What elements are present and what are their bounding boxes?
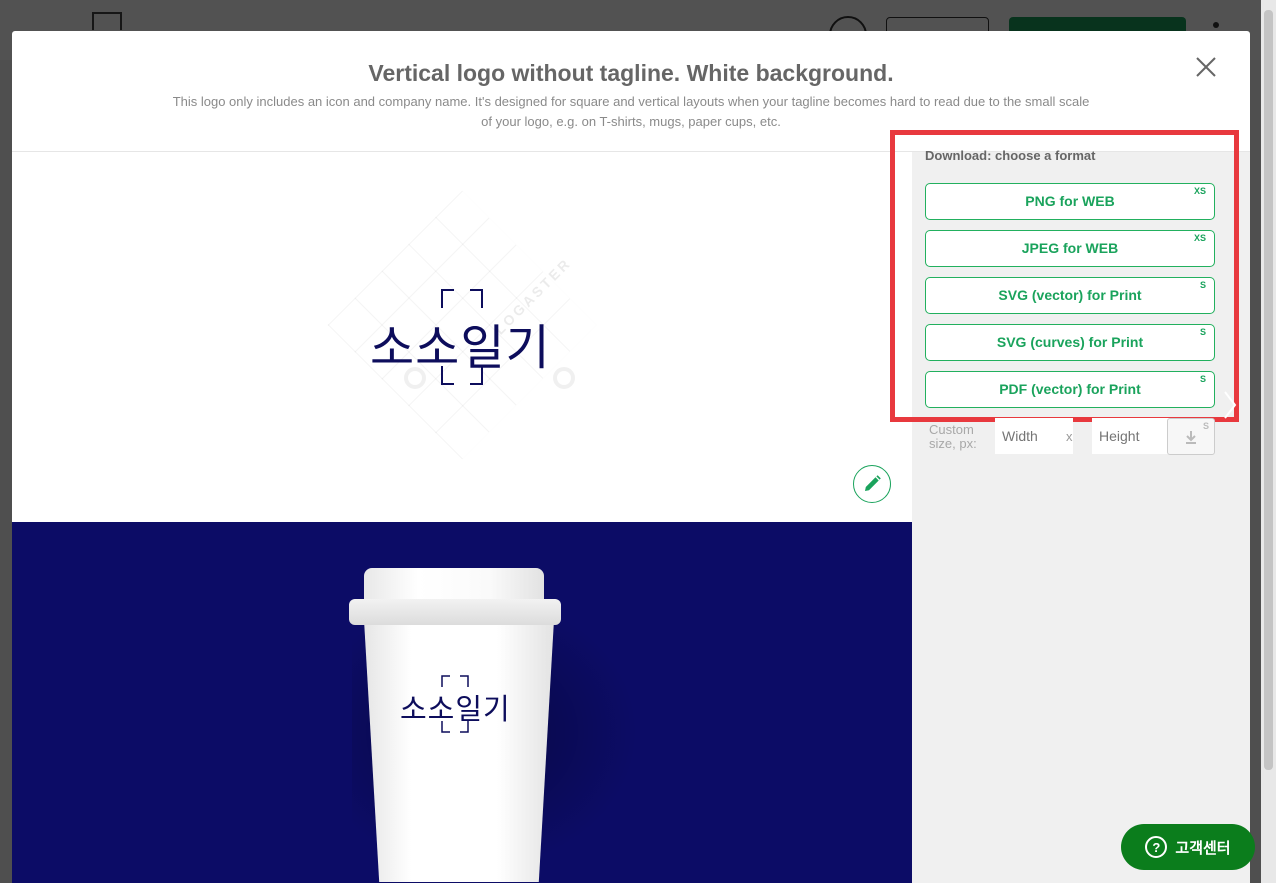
logo-preview-cup-mockup: 소소일기 <box>12 522 912 883</box>
scrollbar-thumb[interactable] <box>1264 10 1273 770</box>
jpeg-web-button[interactable]: JPEG for WEB XS <box>925 230 1215 267</box>
size-badge: S <box>1199 280 1206 290</box>
modal-title: Vertical logo without tagline. White bac… <box>368 60 894 86</box>
customer-center-label: 고객센터 <box>1175 838 1231 857</box>
cup-rim <box>349 599 561 625</box>
custom-size-label: Custom size, px: <box>929 422 977 451</box>
format-label: SVG (vector) for Print <box>998 287 1142 303</box>
pdf-vector-print-button[interactable]: PDF (vector) for Print S <box>925 371 1215 408</box>
pencil-icon <box>865 475 881 491</box>
custom-download-button[interactable]: S <box>1167 418 1215 455</box>
svg-vector-print-button[interactable]: SVG (vector) for Print S <box>925 277 1215 314</box>
format-label: SVG (curves) for Print <box>996 334 1144 350</box>
close-button[interactable] <box>1192 53 1220 81</box>
customer-center-button[interactable]: ? 고객센터 <box>1121 824 1255 870</box>
edit-logo-button[interactable] <box>853 465 891 503</box>
cup-logo-name: 소소일기 <box>400 692 511 726</box>
chevron-right-icon[interactable] <box>1222 390 1238 420</box>
download-panel-title: Download: choose a format <box>925 148 1096 163</box>
svg-curves-print-button[interactable]: SVG (curves) for Print S <box>925 324 1215 361</box>
modal-description: This logo only includes an icon and comp… <box>172 94 1090 129</box>
logo-name: 소소일기 <box>370 320 551 376</box>
format-label: PNG for WEB <box>1025 193 1115 209</box>
size-badge: S <box>1199 327 1206 337</box>
close-icon <box>1196 57 1216 77</box>
logo-preview-white: LOGASTER 소소일기 <box>12 152 912 522</box>
format-label: PDF (vector) for Print <box>999 381 1141 397</box>
size-badge: XS <box>1193 233 1206 243</box>
size-badge: XS <box>1193 186 1206 196</box>
format-label: JPEG for WEB <box>1021 240 1119 256</box>
png-web-button[interactable]: PNG for WEB XS <box>925 183 1215 220</box>
size-badge: S <box>1202 421 1209 431</box>
cup-body <box>364 620 554 882</box>
custom-width-input[interactable] <box>995 418 1073 454</box>
download-icon <box>1186 430 1196 444</box>
size-badge: S <box>1199 374 1206 384</box>
size-separator: x <box>1066 429 1073 444</box>
custom-height-input[interactable] <box>1092 418 1170 454</box>
question-icon: ? <box>1145 836 1168 858</box>
